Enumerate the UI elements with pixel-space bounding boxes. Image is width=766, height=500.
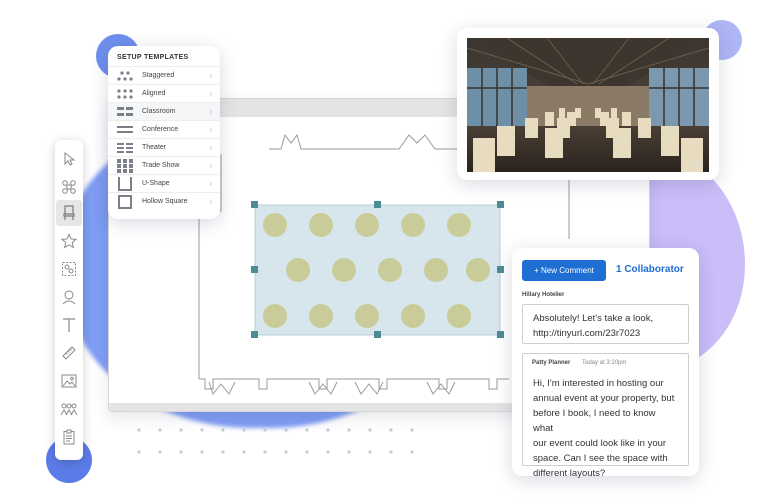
image-icon[interactable] [56,368,82,394]
template-item-theater[interactable]: Theater › [108,138,220,156]
comments-panel: + New Comment 1 Collaborator Hillary Hot… [512,248,699,479]
select-arrow-icon[interactable] [56,146,82,172]
thread-text-4: space. Can I see the space with [533,453,668,464]
chevron-right-icon: › [209,107,212,116]
template-label: Staggered [142,72,175,79]
template-label: Trade Show [142,162,180,169]
reply-link[interactable]: http://tinyurl.com/23r7023 [533,326,678,341]
thread-text-2: before I book, I need to know what [533,408,656,434]
venue-3d-preview[interactable] [457,28,719,180]
template-item-trade-show[interactable]: Trade Show › [108,156,220,174]
hollow-square-icon [116,194,134,209]
tool-palette [55,140,83,460]
aligned-icon [116,87,134,101]
template-label: Conference [142,126,179,133]
setup-templates-panel: SETUP TEMPLATES Staggered › Aligned › Cl… [108,46,220,219]
reply-comment[interactable]: Absolutely! Let's take a look, http://ti… [522,304,689,344]
venue-3d-render [467,38,709,172]
classroom-icon [116,105,134,119]
theater-icon [116,141,134,155]
thread-text-1: annual event at your property, but [533,393,675,404]
people-icon[interactable] [56,396,82,422]
reply-text-line: Absolutely! Let's take a look, [533,313,654,324]
table-selection[interactable] [250,200,505,340]
thread-text-0: Hi, I'm interested in hosting our [533,378,664,389]
clipboard-icon[interactable] [56,424,82,450]
thread-text-3: our event could look like in your [533,438,667,449]
star-icon[interactable] [56,228,82,254]
template-label: U-Shape [142,180,170,187]
template-item-conference[interactable]: Conference › [108,120,220,138]
chevron-right-icon: › [209,179,212,188]
template-label: Hollow Square [142,198,188,205]
text-icon[interactable] [56,312,82,338]
group-icon[interactable] [56,256,82,282]
chevron-right-icon: › [209,197,212,206]
dot-grid [137,428,414,454]
reply-author: Hillary Hotelier [522,292,565,298]
thread-comment[interactable]: Hi, I'm interested in hosting our annual… [522,353,689,479]
chair-icon[interactable] [56,200,82,226]
trade-show-icon [116,158,134,173]
table-group-icon[interactable] [56,174,82,200]
conference-icon [116,123,134,137]
location-pin-icon[interactable] [56,284,82,310]
template-item-classroom[interactable]: Classroom › [108,102,220,120]
thread-timestamp: Today at 3:20pm [582,360,627,366]
template-label: Aligned [142,90,166,97]
chevron-right-icon: › [209,125,212,134]
template-item-hollow-square[interactable]: Hollow Square › [108,192,220,210]
template-label: Classroom [142,108,176,115]
new-comment-button[interactable]: + New Comment [522,260,606,281]
template-item-staggered[interactable]: Staggered › [108,66,220,84]
chevron-right-icon: › [209,89,212,98]
template-item-u-shape[interactable]: U-Shape › [108,174,220,192]
chevron-right-icon: › [209,143,212,152]
thread-author: Patty Planner [532,360,571,366]
thread-text-5: different layouts? [533,468,606,479]
chevron-right-icon: › [209,161,212,170]
staggered-icon [116,69,134,83]
collaborator-count[interactable]: 1 Collaborator [616,264,684,275]
chevron-right-icon: › [209,71,212,80]
u-shape-icon [116,176,134,191]
setup-templates-title: SETUP TEMPLATES [117,54,189,61]
template-label: Theater [142,144,167,151]
template-item-aligned[interactable]: Aligned › [108,84,220,102]
ruler-icon[interactable] [56,340,82,366]
